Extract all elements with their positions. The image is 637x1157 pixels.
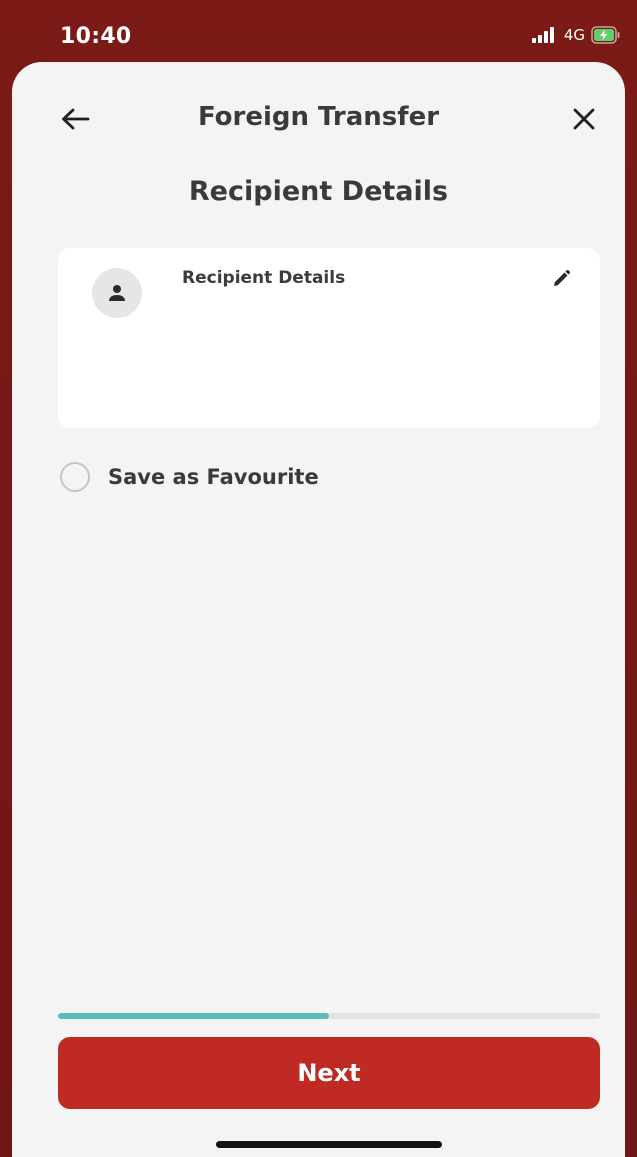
battery-charging-icon (591, 26, 621, 44)
avatar (92, 268, 142, 318)
recipient-card[interactable]: Recipient Details (58, 248, 600, 428)
close-icon (573, 108, 595, 130)
section-title: Recipient Details (188, 176, 449, 207)
recipient-card-label: Recipient Details (182, 268, 346, 288)
signal-icon (531, 27, 558, 43)
favourite-radio[interactable] (60, 462, 90, 492)
page-title: Foreign Transfer (197, 102, 440, 132)
close-button[interactable] (565, 100, 603, 138)
home-indicator (216, 1141, 442, 1148)
top-bar: Foreign Transfer (12, 62, 625, 172)
status-indicators: 4G (531, 26, 621, 44)
content-sheet: Foreign Transfer Recipient Details Recip… (12, 62, 625, 1157)
pencil-icon (554, 269, 571, 286)
status-bar: 10:40 4G (0, 0, 637, 70)
favourite-label: Save as Favourite (108, 465, 319, 489)
step-progress-fill (58, 1013, 329, 1019)
step-progress-bar (58, 1013, 600, 1019)
network-label: 4G (563, 26, 585, 44)
person-icon (109, 285, 125, 301)
next-button[interactable]: Next (58, 1037, 600, 1109)
app-frame: 10:40 4G Foreign Transfer Recipient Deta… (0, 0, 637, 1157)
status-time: 10:40 (60, 24, 132, 49)
edit-recipient-button[interactable] (546, 264, 576, 294)
save-favourite-toggle[interactable]: Save as Favourite (60, 462, 319, 492)
